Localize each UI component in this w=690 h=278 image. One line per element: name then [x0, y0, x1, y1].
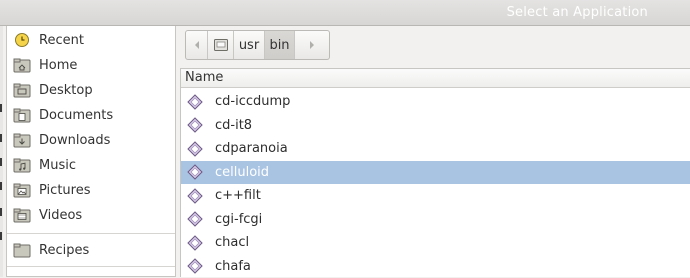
- file-row[interactable]: celluloid: [181, 160, 690, 184]
- path-back-button[interactable]: [186, 31, 208, 59]
- edge-marker: [0, 208, 2, 216]
- title-bar: Select an Application: [0, 0, 690, 26]
- downloads-folder-icon: [13, 133, 31, 148]
- path-root-button[interactable]: [208, 31, 234, 59]
- left-edge-strip: [0, 26, 3, 277]
- file-row[interactable]: cd-iccdump: [181, 90, 690, 113]
- executable-icon: [187, 187, 203, 204]
- sidebar-separator: [7, 266, 175, 267]
- executable-icon: [187, 93, 203, 110]
- edge-marker: [0, 104, 2, 112]
- desktop-folder-icon: [13, 83, 31, 98]
- path-forward-button[interactable]: [295, 31, 329, 59]
- sidebar-item-downloads[interactable]: Downloads: [13, 129, 173, 151]
- executable-icon: [187, 258, 203, 274]
- sidebar-separator: [7, 233, 175, 234]
- sidebar-item-desktop[interactable]: Desktop: [13, 79, 173, 101]
- file-row[interactable]: c++filt: [181, 184, 690, 207]
- path-segment-bin[interactable]: bin: [265, 31, 295, 59]
- file-row[interactable]: cdparanoia: [181, 137, 690, 160]
- executable-icon: [187, 117, 203, 133]
- edge-marker: [0, 134, 2, 142]
- edge-marker: [0, 158, 2, 166]
- executable-icon: [187, 211, 203, 227]
- file-row[interactable]: cgi-fcgi: [181, 208, 690, 231]
- file-name: chacl: [215, 235, 250, 250]
- executable-icon: [187, 164, 203, 180]
- file-list: Name cd-iccdump cd-it8 cdparanoia celluloid…: [180, 68, 690, 277]
- sidebar-item-documents[interactable]: Documents: [13, 104, 173, 126]
- path-segment-usr[interactable]: usr: [234, 31, 265, 59]
- home-folder-icon: [13, 58, 31, 73]
- videos-folder-icon: [13, 208, 31, 223]
- sidebar-item-recent[interactable]: Recent: [13, 29, 173, 51]
- file-row[interactable]: chafa: [181, 255, 690, 278]
- sidebar-item-recipes[interactable]: Recipes: [13, 239, 173, 261]
- places-sidebar: Recent Home Desktop Documents Downloads …: [6, 26, 176, 277]
- window-title: Select an Application: [506, 5, 648, 20]
- file-row[interactable]: chacl: [181, 231, 690, 254]
- pictures-folder-icon: [13, 183, 31, 198]
- path-bar: usr bin: [185, 30, 330, 60]
- chevron-right-icon: [310, 41, 314, 49]
- column-header-name[interactable]: Name: [181, 69, 690, 88]
- file-name: celluloid: [215, 164, 270, 180]
- file-name: cgi-fcgi: [215, 211, 263, 227]
- recent-clock-icon: [15, 33, 29, 47]
- executable-icon: [187, 234, 203, 251]
- sidebar-item-home[interactable]: Home: [13, 54, 173, 76]
- edge-marker: [0, 182, 2, 190]
- filesystem-drive-icon: [213, 39, 228, 51]
- executable-icon: [187, 140, 203, 157]
- folder-icon: [13, 243, 31, 258]
- file-name: cd-it8: [215, 117, 253, 133]
- chevron-left-icon: [194, 41, 199, 49]
- file-name: cdparanoia: [215, 141, 288, 156]
- music-folder-icon: [13, 158, 31, 173]
- sidebar-item-music[interactable]: Music: [13, 154, 173, 176]
- file-name: cd-iccdump: [215, 94, 291, 109]
- documents-folder-icon: [13, 108, 31, 123]
- file-name: chafa: [215, 258, 251, 274]
- file-row[interactable]: cd-it8: [181, 114, 690, 137]
- file-name: c++filt: [215, 188, 261, 203]
- edge-marker: [0, 232, 2, 240]
- sidebar-item-videos[interactable]: Videos: [13, 204, 173, 226]
- sidebar-item-pictures[interactable]: Pictures: [13, 179, 173, 201]
